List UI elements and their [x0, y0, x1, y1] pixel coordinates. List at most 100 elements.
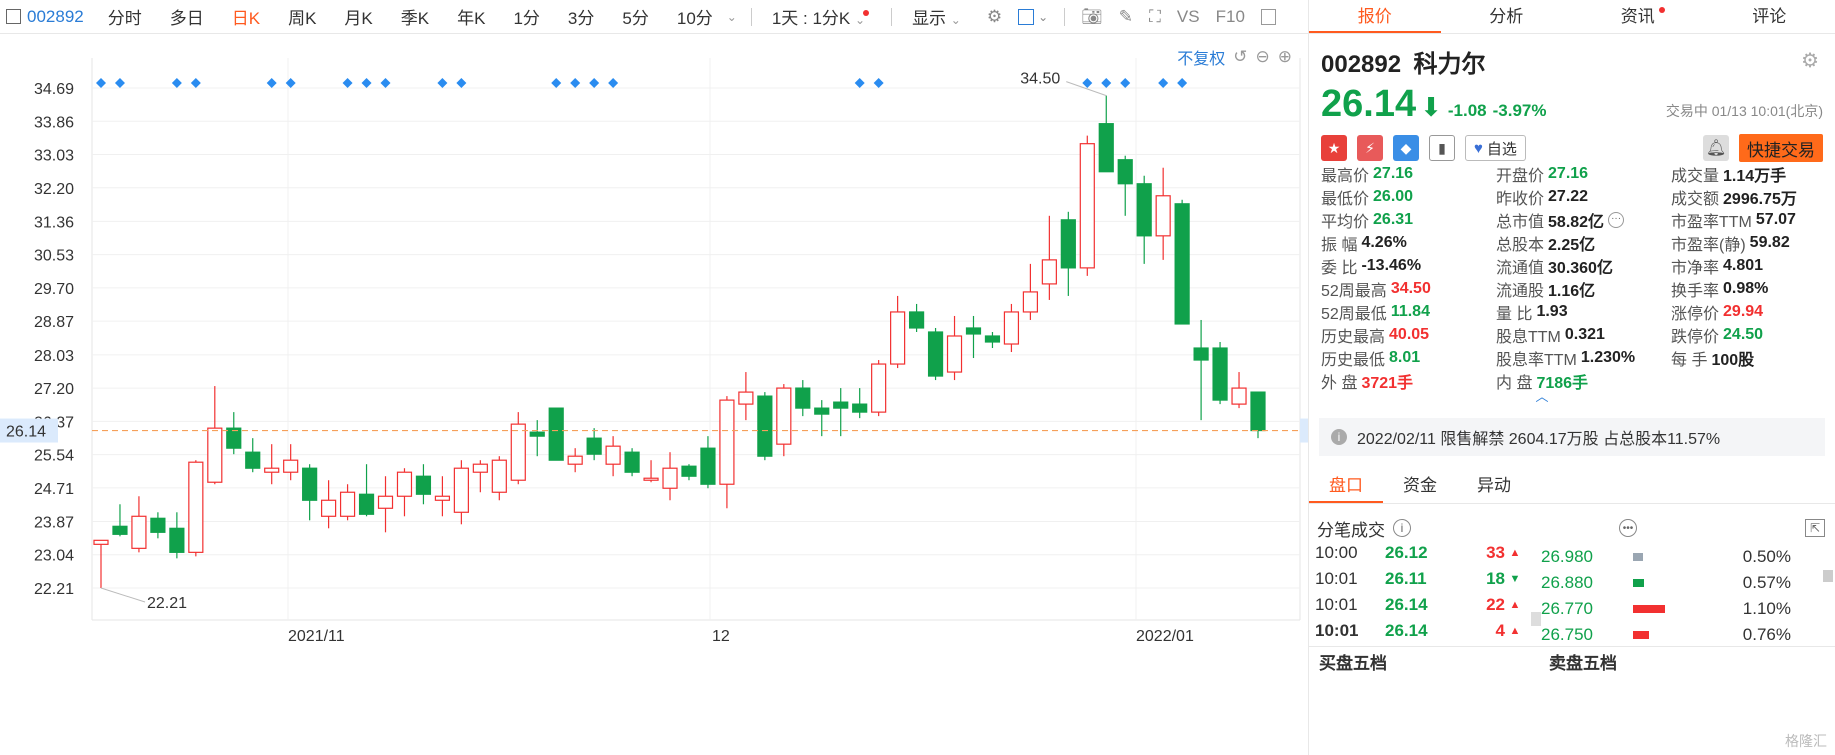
candle-body [567, 455, 583, 465]
subtab-anomaly[interactable]: 异动 [1457, 470, 1531, 503]
settings-gear-icon[interactable]: ⚙ [987, 7, 1002, 27]
metric-item: 委 比 -13.46% [1321, 254, 1496, 277]
candle-body [491, 459, 507, 493]
tab-quote[interactable]: 报价 [1309, 0, 1441, 33]
tab-comments[interactable]: 评论 [1704, 0, 1835, 33]
event-marker-icon [361, 78, 372, 88]
zoom-out-icon[interactable]: ⊖ [1256, 47, 1270, 67]
fullscreen-icon[interactable]: ⛶ [1149, 7, 1161, 27]
info-icon[interactable]: i [1393, 519, 1411, 537]
more-options-icon[interactable]: ••• [1619, 519, 1637, 537]
metric-value: 4.801 [1723, 256, 1764, 274]
vs-compare-button[interactable]: VS [1177, 7, 1200, 27]
y-tick-label-left: 25.54 [34, 448, 74, 465]
reset-icon[interactable]: ↺ [1233, 47, 1247, 67]
kline-chart-area[interactable]: 34.6934.6933.8633.8633.0333.0332.2032.20… [0, 35, 1308, 755]
toggle-panel-icon[interactable] [6, 9, 21, 24]
bell-icon[interactable]: 🔔︎ [1703, 135, 1729, 161]
more-periods-chevron-icon[interactable]: ⌄ [727, 10, 737, 24]
tick-row: 10:01 26.11 18 ▼ [1315, 566, 1535, 592]
add-favorite-button[interactable]: ♥ 自选 [1465, 135, 1526, 161]
metric-value: 0.98% [1723, 279, 1769, 297]
period-tab-daily[interactable]: 日K [218, 4, 274, 29]
period-tab-weekly[interactable]: 周K [274, 4, 330, 29]
candle-body [434, 495, 451, 501]
x-tick-label: 2021/11 [288, 628, 345, 645]
expand-icon[interactable]: ⇱ [1805, 519, 1825, 537]
indicator-box-icon[interactable] [1018, 8, 1035, 25]
side-panel-icon[interactable] [1260, 8, 1276, 25]
camera-icon[interactable]: 📷︎ [1081, 7, 1103, 27]
triangle-down-icon: ▼ [1509, 573, 1521, 585]
metric-item: 52周最高 34.50 [1321, 277, 1496, 300]
candle-body [662, 467, 678, 489]
tab-analysis[interactable]: 分析 [1441, 0, 1573, 33]
pencil-icon[interactable]: ✎ [1119, 7, 1133, 27]
candle-body [1231, 387, 1247, 405]
distribution-scrollbar[interactable] [1823, 570, 1833, 582]
quick-trade-button[interactable]: 快捷交易 [1739, 134, 1823, 162]
tick-volume: 4 [1495, 621, 1505, 640]
period-tab-intraday[interactable]: 分时 [94, 4, 156, 29]
hot-icon[interactable]: ⚡ [1357, 135, 1383, 161]
collapse-caret-icon[interactable]: ︿ [1249, 390, 1835, 406]
triangle-up-icon: ▲ [1509, 547, 1521, 559]
subtab-order-book[interactable]: 盘口 [1309, 470, 1383, 503]
y-tick-label-left: 32.20 [34, 181, 74, 198]
event-marker-icon [96, 78, 106, 88]
metric-item: 历史最低 8.01 [1321, 346, 1496, 369]
y-tick-label-left: 28.87 [34, 314, 74, 331]
subtab-fund-flow[interactable]: 资金 [1383, 470, 1457, 503]
tag-icon[interactable]: ◆ [1393, 135, 1419, 161]
period-select-dropdown[interactable]: 1天 : 1分K ⌄ [758, 4, 885, 29]
tab-news[interactable]: 资讯 [1572, 0, 1704, 33]
gear-icon[interactable]: ⚙ [1801, 48, 1819, 73]
panel-tabs: 报价 分析 资讯 评论 [1309, 0, 1835, 34]
tick-scrollbar[interactable] [1531, 612, 1541, 626]
candle-body [131, 515, 147, 549]
event-marker-icon [1120, 78, 1131, 88]
kline-chart[interactable]: 34.6934.6933.8633.8633.0333.0332.2032.20… [0, 35, 1308, 755]
metric-value: 24.50 [1723, 325, 1764, 343]
metric-value: 1.14万手 [1723, 167, 1787, 185]
candle-body [150, 517, 166, 533]
china-flag-icon[interactable]: ★ [1321, 135, 1347, 161]
distribution-bar [1633, 629, 1713, 641]
event-marker-icon [437, 78, 448, 88]
metric-value: 2996.75万 [1723, 190, 1797, 208]
metric-item: 跌停价 24.50 [1671, 323, 1835, 346]
metric-value: 29.94 [1723, 302, 1764, 320]
candle-body [188, 461, 204, 553]
candle-body [605, 445, 621, 465]
stock-code-selector[interactable]: 002892 [0, 7, 94, 27]
metric-item: 每 手 100股 [1671, 346, 1835, 369]
chevron-down-icon[interactable]: ⌄ [1038, 10, 1048, 24]
period-tab-3min[interactable]: 3分 [554, 4, 608, 29]
distribution-bar-fill [1633, 631, 1649, 639]
period-tab-multiday[interactable]: 多日 [156, 4, 218, 29]
period-tab-quarterly[interactable]: 季K [387, 4, 443, 29]
metric-item: 52周最低 11.84 [1321, 300, 1496, 323]
candle-body [339, 491, 356, 517]
bookmark-icon[interactable]: ▮ [1429, 135, 1455, 161]
distribution-bar-fill [1633, 553, 1643, 561]
period-tab-monthly[interactable]: 月K [330, 4, 386, 29]
news-dot [1658, 7, 1665, 13]
metric-value: 1.93 [1536, 302, 1568, 320]
stock-header: 002892 科力尔 ⚙ 26.14 ⬇ -1.08 -3.97% 交易中 01… [1309, 34, 1835, 162]
period-tab-10min[interactable]: 10分 [663, 4, 727, 29]
display-dropdown[interactable]: 显示 ⌄ [898, 4, 975, 29]
metric-item: 换手率 0.98% [1671, 277, 1835, 300]
f10-button[interactable]: F10 [1216, 7, 1245, 27]
adjust-mode-button[interactable]: 不复权 [1177, 45, 1225, 69]
metric-label: 总股本 [1496, 236, 1545, 254]
candle-body [548, 407, 564, 461]
unlock-notice[interactable]: i 2022/02/11 限售解禁 2604.17万股 占总股本11.57% [1319, 418, 1825, 456]
more-icon[interactable]: ··· [1608, 211, 1625, 228]
period-tab-1min[interactable]: 1分 [499, 4, 553, 29]
period-tab-yearly[interactable]: 年K [443, 4, 499, 29]
period-tab-5min[interactable]: 5分 [608, 4, 662, 29]
zoom-in-icon[interactable]: ⊕ [1278, 47, 1292, 67]
metric-item: 外 盘 3721手 [1321, 369, 1496, 392]
tick-volume: 33 [1486, 546, 1505, 562]
